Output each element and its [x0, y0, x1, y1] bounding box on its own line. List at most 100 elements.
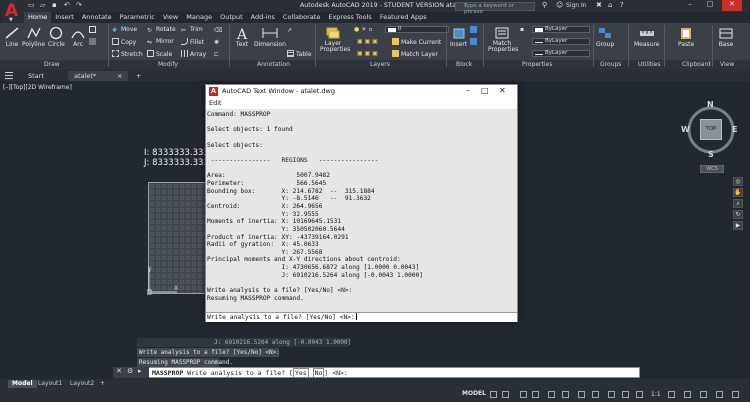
hardware-accel-icon[interactable]	[700, 391, 707, 398]
polar-icon[interactable]	[532, 391, 539, 398]
arc-button[interactable]: Arc	[70, 26, 86, 48]
model-space-toggle[interactable]: MODEL	[462, 390, 486, 397]
ortho-icon[interactable]	[520, 391, 527, 398]
workspace-icon[interactable]	[668, 391, 675, 398]
text-window-prompt[interactable]: Write analysis to a file? [Yes/No] <N>:	[206, 312, 517, 322]
rectangle-tool[interactable]	[89, 26, 98, 34]
grid-icon[interactable]	[490, 391, 497, 398]
tab-manage[interactable]: Manage	[182, 12, 216, 23]
make-current-button[interactable]: Make Current	[392, 38, 441, 46]
osnap-icon[interactable]	[548, 391, 555, 398]
group-button[interactable]: Group	[596, 26, 614, 48]
pan-icon[interactable]: ✋	[733, 188, 743, 197]
new-tab-button[interactable]: +	[130, 71, 147, 81]
selection-cycling-icon[interactable]	[608, 391, 615, 398]
viewport-controls-label[interactable]: [–][Top][2D Wireframe]	[3, 84, 72, 91]
undo-icon[interactable]: ↶	[64, 1, 70, 9]
text-window-content[interactable]: Command: MASSPROP Select objects: 1 foun…	[206, 109, 517, 322]
lineweight-icon[interactable]	[578, 391, 585, 398]
annotation-scale-value[interactable]: 1:1	[651, 391, 661, 398]
layer-properties-button[interactable]: Layer Properties	[320, 26, 350, 53]
tab-annotate[interactable]: Annotate	[78, 12, 116, 23]
tab-close-icon[interactable]: ×	[111, 71, 128, 81]
compass-west[interactable]: W	[681, 125, 690, 134]
a360-icon[interactable]: ⌂	[608, 1, 612, 9]
create-block-tool[interactable]	[470, 26, 479, 34]
edit-block-tool[interactable]	[470, 38, 479, 46]
rotate-button[interactable]: ↻ Rotate	[147, 26, 176, 34]
trim-button[interactable]: ✂ Trim	[181, 26, 203, 34]
layer-state-icons[interactable]: ● ☀ ▫	[354, 26, 373, 33]
viewcube[interactable]: TOP N S E W	[681, 100, 741, 164]
transparency-icon[interactable]	[592, 391, 599, 398]
tab-collaborate[interactable]: Collaborate	[279, 12, 324, 23]
search-input[interactable]: ⌕ Type a keyword or phrase	[455, 2, 535, 15]
snap-icon[interactable]	[502, 391, 509, 398]
tab-parametric[interactable]: Parametric	[116, 12, 159, 23]
tab-add-ins[interactable]: Add-ins	[247, 12, 279, 23]
maximize-button[interactable]: □	[700, 0, 720, 11]
text-window-close-button[interactable]: ✕	[499, 86, 506, 95]
multileader-tool[interactable]: ↗	[287, 26, 296, 34]
circle-button[interactable]: Circle	[48, 26, 65, 48]
color-dropdown[interactable]: ByLayer	[532, 26, 590, 33]
properties-icon-row[interactable]: ▪	[520, 26, 524, 33]
full-navigation-wheel-icon[interactable]: ◎	[733, 177, 743, 186]
menu-edit[interactable]: Edit	[209, 99, 222, 107]
layer-tools-row-2[interactable]: ▣ ▣ ▣	[357, 50, 378, 57]
mirror-button[interactable]: ⇋ Mirror	[147, 38, 174, 46]
match-properties-button[interactable]: Match Properties	[488, 26, 518, 53]
showmotion-icon[interactable]: ▶	[733, 221, 743, 230]
insert-button[interactable]: Insert	[450, 26, 467, 48]
layer-dropdown[interactable]: 0	[385, 26, 449, 33]
tab-featured-apps[interactable]: Featured Apps	[376, 12, 431, 23]
tab-view[interactable]: View	[159, 12, 182, 23]
text-window-minimize-button[interactable]: –	[466, 86, 470, 95]
find-icon[interactable]: ⚲	[542, 1, 547, 9]
tab-model[interactable]: Model	[8, 380, 37, 388]
help-icon[interactable]: ?	[620, 1, 624, 9]
open-folder-icon[interactable]: ▱	[40, 1, 45, 9]
close-button[interactable]: ✕	[722, 0, 742, 11]
tab-home[interactable]: Home	[24, 12, 52, 23]
compass-east[interactable]: E	[732, 125, 737, 134]
exchange-icon[interactable]: ✖	[596, 1, 602, 9]
tab-insert[interactable]: Insert	[51, 12, 78, 23]
zoom-extents-icon[interactable]: ⌕	[733, 199, 743, 208]
base-button[interactable]: Base	[718, 26, 734, 48]
table-button[interactable]: Table	[287, 50, 312, 58]
match-layer-button[interactable]: Match Layer	[392, 50, 438, 58]
copy-button[interactable]: Copy	[112, 38, 136, 46]
hamburger-menu-icon[interactable]	[4, 71, 14, 80]
add-layout-button[interactable]: +	[96, 380, 109, 388]
tab-layout1[interactable]: Layout1	[34, 380, 66, 388]
lineweight-dropdown[interactable]: ByLayer	[532, 38, 590, 45]
clean-screen-icon[interactable]	[716, 391, 723, 398]
dimension-button[interactable]: Dimension	[254, 26, 286, 48]
stretch-button[interactable]: Stretch	[112, 50, 143, 58]
option-yes[interactable]: Yes	[292, 368, 309, 378]
option-no[interactable]: No	[312, 368, 325, 378]
move-button[interactable]: ✥ Move	[112, 26, 137, 34]
array-button[interactable]: Array	[181, 50, 206, 58]
annotation-scale-icon[interactable]	[622, 391, 629, 398]
hatch-tool[interactable]	[89, 38, 98, 46]
offset-tool[interactable]: ⊏	[214, 50, 223, 58]
polyline-button[interactable]: Polyline	[22, 26, 45, 48]
tab-layout2[interactable]: Layout2	[66, 380, 98, 388]
viewcube-top-face[interactable]: TOP	[700, 119, 722, 140]
measure-button[interactable]: Measure	[634, 26, 660, 48]
redo-icon[interactable]: ↷	[76, 1, 82, 9]
text-window-maximize-button[interactable]: □	[481, 86, 489, 95]
user-icon[interactable]: ☺	[556, 1, 563, 9]
customize-icon[interactable]: ⚙	[127, 367, 133, 375]
customize-status-icon[interactable]	[732, 391, 739, 398]
compass-south[interactable]: S	[708, 150, 714, 159]
layer-tools-row-1[interactable]: ▣ ▣ ▣	[357, 38, 378, 45]
line-button[interactable]: Line	[4, 26, 20, 48]
sign-in-link[interactable]: Sign In	[566, 2, 587, 9]
scale-button[interactable]: Scale	[147, 50, 172, 58]
linetype-dropdown[interactable]: ByLayer	[532, 50, 590, 57]
annotation-visibility-icon[interactable]	[636, 391, 643, 398]
compass-north[interactable]: N	[707, 100, 714, 109]
